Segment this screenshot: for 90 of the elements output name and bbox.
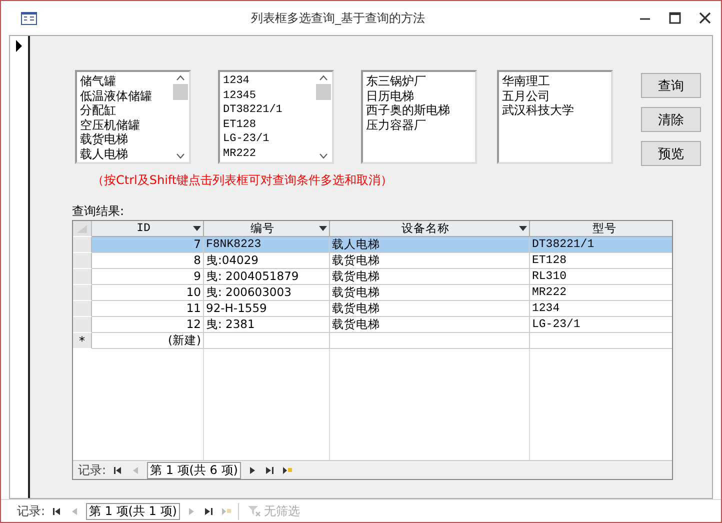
table-cell: 载货电梯 — [330, 317, 530, 333]
new-record-marker: * — [73, 333, 92, 349]
table-cell: 8 — [92, 253, 204, 269]
column-header[interactable]: ID — [92, 221, 204, 237]
list-item[interactable]: 东三锅炉厂 — [366, 74, 473, 88]
command-button[interactable]: 清除 — [641, 107, 701, 132]
command-button[interactable]: 预览 — [641, 141, 701, 166]
current-record-icon — [15, 40, 23, 52]
list-item[interactable]: MR222 — [223, 146, 313, 161]
scroll-thumb[interactable] — [173, 84, 188, 100]
list-item[interactable]: 储气罐 — [80, 74, 170, 88]
list-box[interactable]: 1234 12345 DT38221/1 ET128 LG-23/1 MR222 — [218, 70, 334, 164]
list-item[interactable]: 华南理工 — [502, 74, 609, 88]
dropdown-icon[interactable] — [193, 226, 201, 231]
scroll-down-icon[interactable] — [319, 153, 328, 159]
table-cell: 载货电梯 — [330, 253, 530, 269]
scroll-up-icon[interactable] — [319, 75, 328, 81]
list-item[interactable]: 1234 — [223, 74, 313, 88]
empty-cell[interactable] — [204, 333, 330, 349]
list-box[interactable]: 储气罐 低温液体储罐 分配缸 空压机储罐 载货电梯 载人电梯 — [75, 70, 191, 164]
new-record-icon[interactable] — [282, 466, 292, 474]
list-item[interactable]: 五月公司 — [502, 88, 609, 103]
table-cell: DT38221/1 — [530, 237, 672, 253]
table-cell: 11 — [92, 301, 204, 317]
list-box[interactable]: 东三锅炉厂 日历电梯 西子奥的斯电梯 压力容器厂 — [361, 70, 477, 164]
list-item[interactable]: LG-23/1 — [223, 132, 313, 146]
record-position-field[interactable]: 第 1 项(共 1 项) — [86, 502, 180, 520]
column-header[interactable]: 编号 — [204, 221, 330, 237]
table-cell: MR222 — [530, 285, 672, 301]
record-label: 记录: — [78, 462, 106, 478]
empty-cell[interactable] — [330, 333, 530, 349]
list-item[interactable]: 载货电梯 — [80, 132, 170, 146]
record-selector[interactable] — [73, 301, 92, 317]
first-record-icon[interactable] — [113, 466, 124, 474]
table-cell: RL310 — [530, 269, 672, 285]
table-cell: ET128 — [530, 253, 672, 269]
list-item[interactable]: 压力容器厂 — [366, 118, 473, 132]
table-cell: 1234 — [530, 301, 672, 317]
list-item[interactable]: 低温液体储罐 — [80, 88, 170, 103]
table-cell: LG-23/1 — [530, 317, 672, 333]
list-item[interactable]: DT38221/1 — [223, 103, 313, 118]
table-cell: 12 — [92, 317, 204, 333]
dropdown-icon[interactable] — [319, 226, 327, 231]
table-cell: 曳: 2004051879 — [204, 269, 330, 285]
close-icon[interactable] — [699, 12, 711, 24]
first-record-icon[interactable] — [52, 506, 62, 516]
table-cell: 7 — [92, 237, 204, 253]
record-selector[interactable] — [73, 317, 92, 333]
table-cell: (新建) — [92, 333, 204, 349]
form-icon — [21, 12, 37, 24]
table-cell: 曳:04029 — [204, 253, 330, 269]
list-box[interactable]: 华南理工 五月公司 武汉科技大学 — [497, 70, 613, 164]
results-label: 查询结果: — [72, 203, 126, 220]
table-cell: 曳: 2381 — [204, 317, 330, 333]
record-selector[interactable] — [73, 237, 92, 253]
last-record-icon[interactable] — [204, 506, 214, 516]
column-header[interactable]: 型号 — [530, 221, 672, 237]
record-selector[interactable] — [73, 269, 92, 285]
table-cell: 92-H-1559 — [204, 301, 330, 317]
scroll-down-icon[interactable] — [176, 153, 185, 159]
list-item[interactable]: ET128 — [223, 118, 313, 132]
list-item[interactable]: 空压机储罐 — [80, 118, 170, 132]
window-title: 列表框多选查询_基于查询的方法 — [250, 10, 426, 26]
list-item[interactable]: 日历电梯 — [366, 88, 473, 103]
table-cell: 载货电梯 — [330, 285, 530, 301]
list-item[interactable]: 分配缸 — [80, 103, 170, 118]
column-header[interactable]: 设备名称 — [330, 221, 530, 237]
table-cell: 9 — [92, 269, 204, 285]
last-record-icon[interactable] — [264, 466, 275, 474]
maximize-icon[interactable] — [669, 12, 681, 24]
list-item[interactable]: 西子奥的斯电梯 — [366, 103, 473, 118]
record-label: 记录: — [17, 502, 46, 520]
filter-icon[interactable] — [246, 505, 261, 517]
table-cell: F8NK8223 — [204, 237, 330, 253]
table-cell: 曳: 200603003 — [204, 285, 330, 301]
dropdown-icon[interactable] — [519, 226, 527, 231]
list-item[interactable]: 武汉科技大学 — [502, 103, 609, 118]
table-cell: 载货电梯 — [330, 269, 530, 285]
table-cell: 载人电梯 — [330, 237, 530, 253]
table-cell: 10 — [92, 285, 204, 301]
scroll-thumb[interactable] — [316, 84, 331, 100]
table-cell: 载货电梯 — [330, 301, 530, 317]
list-item[interactable]: 载人电梯 — [80, 146, 170, 161]
record-position-field[interactable]: 第 1 项(共 6 项) — [147, 462, 241, 478]
list-item[interactable]: 12345 — [223, 88, 313, 103]
record-selector[interactable] — [73, 285, 92, 301]
scroll-up-icon[interactable] — [176, 75, 185, 81]
command-button[interactable]: 查询 — [641, 73, 701, 98]
hint-text: （按Ctrl及Shift键点击列表框可对查询条件多选和取消） — [92, 172, 394, 189]
record-selector[interactable] — [73, 253, 92, 269]
